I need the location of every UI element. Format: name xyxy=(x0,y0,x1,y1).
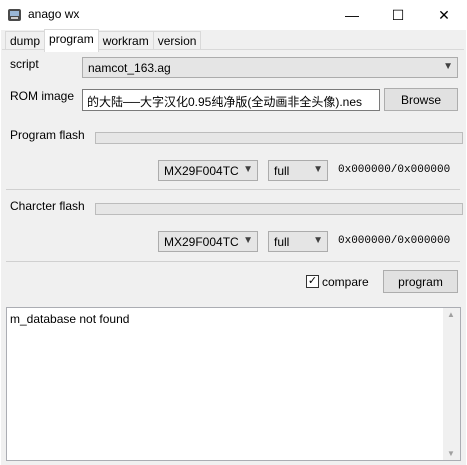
tab-workram[interactable]: workram xyxy=(97,31,154,51)
program-flash-mode-select[interactable]: full ▼ xyxy=(268,160,328,181)
compare-checkbox[interactable]: ✓ xyxy=(306,275,319,288)
chevron-down-icon: ▼ xyxy=(243,164,253,175)
maximize-button[interactable]: ☐ xyxy=(375,0,421,30)
window-title: anago wx xyxy=(28,7,80,21)
program-flash-device-select[interactable]: MX29F004TC ▼ xyxy=(158,160,258,181)
scroll-down-icon[interactable]: ▼ xyxy=(447,449,455,458)
script-label: script xyxy=(10,57,39,71)
divider xyxy=(6,261,460,262)
chevron-down-icon: ▼ xyxy=(243,235,253,246)
program-flash-mode-value: full xyxy=(274,164,290,178)
program-flash-progress xyxy=(95,132,463,144)
log-output[interactable]: m_database not found ▲ ▼ xyxy=(6,307,461,461)
script-value: namcot_163.ag xyxy=(88,61,171,75)
rom-image-field[interactable]: 的大陆──大字汉化0.95纯净版(全动画非全头像).nes xyxy=(82,89,380,111)
program-flash-device-value: MX29F004TC xyxy=(164,164,239,178)
charcter-flash-device-select[interactable]: MX29F004TC ▼ xyxy=(158,231,258,252)
chevron-down-icon: ▼ xyxy=(313,235,323,246)
log-scrollbar[interactable]: ▲ ▼ xyxy=(443,308,460,460)
charcter-flash-progress xyxy=(95,203,463,215)
tab-bar: dump program workram version xyxy=(5,29,202,52)
charcter-flash-label: Charcter flash xyxy=(10,199,85,213)
minimize-button[interactable]: — xyxy=(329,0,375,30)
tab-version[interactable]: version xyxy=(152,31,202,51)
tab-dump[interactable]: dump xyxy=(5,31,46,51)
rom-image-label: ROM image xyxy=(10,89,75,103)
program-button[interactable]: program xyxy=(383,270,458,293)
main-client-area: dump program workram version script namc… xyxy=(1,29,466,465)
divider xyxy=(6,189,460,190)
program-flash-label: Program flash xyxy=(10,128,85,142)
close-button[interactable]: ✕ xyxy=(421,0,467,30)
program-tab-panel: script namcot_163.ag ▼ ROM image 的大陆──大字… xyxy=(2,49,464,330)
script-select[interactable]: namcot_163.ag ▼ xyxy=(82,57,458,78)
chevron-down-icon: ▼ xyxy=(313,164,323,175)
title-bar: anago wx — ☐ ✕ xyxy=(0,0,467,30)
scroll-up-icon[interactable]: ▲ xyxy=(447,310,455,319)
program-flash-counter: 0x000000/0x000000 xyxy=(338,164,451,176)
tab-program[interactable]: program xyxy=(44,29,99,52)
chevron-down-icon: ▼ xyxy=(443,61,453,72)
charcter-flash-mode-select[interactable]: full ▼ xyxy=(268,231,328,252)
compare-label: compare xyxy=(322,275,369,289)
log-text: m_database not found xyxy=(10,312,130,326)
charcter-flash-counter: 0x000000/0x000000 xyxy=(338,235,451,247)
browse-button[interactable]: Browse xyxy=(384,88,458,111)
charcter-flash-device-value: MX29F004TC xyxy=(164,235,239,249)
wrench-icon xyxy=(8,9,21,21)
charcter-flash-mode-value: full xyxy=(274,235,290,249)
